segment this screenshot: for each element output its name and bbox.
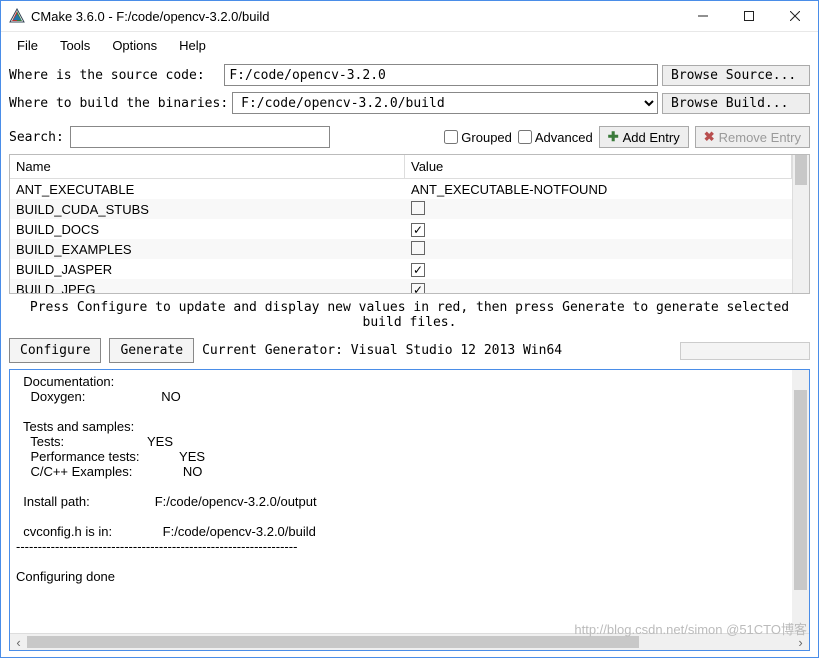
table-header: Name Value [10,155,792,179]
scroll-left-icon[interactable]: ‹ [10,635,27,650]
cell-value[interactable] [405,281,792,294]
search-label: Search: [9,130,64,145]
cell-name: ANT_EXECUTABLE [10,181,405,198]
value-checkbox[interactable] [411,283,425,294]
cell-name: BUILD_DOCS [10,221,405,238]
close-button[interactable] [772,1,818,31]
plus-icon: ✚ [608,129,619,145]
configure-button[interactable]: Configure [9,338,101,363]
cell-name: BUILD_JASPER [10,261,405,278]
menu-tools[interactable]: Tools [52,35,98,56]
browse-build-button[interactable]: Browse Build... [662,93,810,114]
window-title: CMake 3.6.0 - F:/code/opencv-3.2.0/build [31,9,680,24]
build-path-input[interactable]: F:/code/opencv-3.2.0/build [232,92,658,114]
current-generator: Current Generator: Visual Studio 12 2013… [202,343,562,358]
cell-value[interactable] [405,221,792,238]
cell-value[interactable] [405,261,792,278]
table-scrollbar[interactable] [792,155,809,293]
output-hscrollbar[interactable]: ‹ › [10,633,809,650]
cell-name: BUILD_CUDA_STUBS [10,201,405,218]
source-path-input[interactable] [224,64,658,86]
remove-entry-button[interactable]: ✖Remove Entry [695,126,810,148]
minimize-button[interactable] [680,1,726,31]
path-section: Where is the source code: Browse Source.… [1,58,818,122]
cell-name: BUILD_EXAMPLES [10,241,405,258]
cell-value[interactable] [405,240,792,259]
source-row: Where is the source code: Browse Source.… [9,64,810,86]
table-row[interactable]: ANT_EXECUTABLEANT_EXECUTABLE-NOTFOUND [10,179,792,199]
table-row[interactable]: BUILD_JASPER [10,259,792,279]
search-input[interactable] [70,126,330,148]
value-checkbox[interactable] [411,201,425,215]
grouped-checkbox[interactable]: Grouped [444,130,512,145]
source-label: Where is the source code: [9,68,220,83]
cell-value[interactable]: ANT_EXECUTABLE-NOTFOUND [405,181,792,198]
advanced-checkbox[interactable]: Advanced [518,130,593,145]
title-bar: CMake 3.6.0 - F:/code/opencv-3.2.0/build [1,1,818,32]
menu-help[interactable]: Help [171,35,214,56]
menu-bar: File Tools Options Help [1,32,818,58]
scroll-right-icon[interactable]: › [792,635,809,650]
value-checkbox[interactable] [411,223,425,237]
cache-table: Name Value ANT_EXECUTABLEANT_EXECUTABLE-… [9,154,810,294]
output-text[interactable]: Documentation: Doxygen: NO Tests and sam… [10,370,809,633]
add-entry-button[interactable]: ✚Add Entry [599,126,689,148]
header-name[interactable]: Name [10,155,405,178]
browse-source-button[interactable]: Browse Source... [662,65,810,86]
table-row[interactable]: BUILD_CUDA_STUBS [10,199,792,219]
value-checkbox[interactable] [411,241,425,255]
progress-bar [680,342,810,360]
menu-options[interactable]: Options [104,35,165,56]
action-row: Configure Generate Current Generator: Vi… [1,334,818,369]
x-icon: ✖ [704,129,715,145]
table-row[interactable]: BUILD_EXAMPLES [10,239,792,259]
build-row: Where to build the binaries: F:/code/ope… [9,92,810,114]
header-value[interactable]: Value [405,155,792,178]
cell-value[interactable] [405,200,792,219]
maximize-button[interactable] [726,1,772,31]
app-icon [9,8,25,24]
output-pane: Documentation: Doxygen: NO Tests and sam… [9,369,810,651]
generate-button[interactable]: Generate [109,338,194,363]
table-row[interactable]: BUILD_JPEG [10,279,792,293]
menu-file[interactable]: File [9,35,46,56]
build-label: Where to build the binaries: [9,96,228,111]
search-row: Search: Grouped Advanced ✚Add Entry ✖Rem… [1,122,818,154]
table-row[interactable]: BUILD_DOCS [10,219,792,239]
hint-text: Press Configure to update and display ne… [1,294,818,334]
value-checkbox[interactable] [411,263,425,277]
output-vscrollbar[interactable] [792,370,809,633]
cell-name: BUILD_JPEG [10,281,405,294]
